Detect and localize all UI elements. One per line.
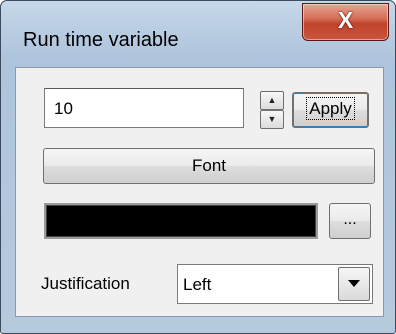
- apply-button-label: Apply: [306, 97, 355, 120]
- triangle-up-icon: ▲: [267, 95, 277, 105]
- spin-down-button[interactable]: ▼: [260, 110, 284, 129]
- dropdown-button[interactable]: [338, 267, 370, 301]
- font-button[interactable]: Font: [43, 148, 375, 184]
- spin-up-button[interactable]: ▲: [260, 91, 284, 110]
- justification-label: Justification: [41, 274, 130, 293]
- browse-button-label: ...: [343, 211, 357, 228]
- window-title: Run time variable: [23, 29, 179, 51]
- browse-color-button[interactable]: ...: [329, 203, 371, 239]
- color-swatch[interactable]: [44, 203, 318, 239]
- dialog-window: Run time variable X 10 ▲ ▼ Apply Font ..…: [0, 0, 396, 334]
- justification-select[interactable]: Left: [177, 264, 373, 304]
- close-icon: X: [337, 7, 354, 33]
- chevron-down-icon: [348, 280, 360, 287]
- justification-value: Left: [183, 275, 212, 294]
- title-bar[interactable]: Run time variable X: [1, 1, 395, 77]
- dialog-body: 10 ▲ ▼ Apply Font ... Justification Left: [15, 67, 384, 317]
- apply-button[interactable]: Apply: [292, 92, 369, 128]
- triangle-down-icon: ▼: [267, 114, 277, 124]
- font-button-label: Font: [191, 156, 227, 175]
- value-input[interactable]: 10: [44, 88, 244, 128]
- value-spinner: ▲ ▼: [260, 91, 284, 129]
- close-button[interactable]: X: [302, 3, 389, 41]
